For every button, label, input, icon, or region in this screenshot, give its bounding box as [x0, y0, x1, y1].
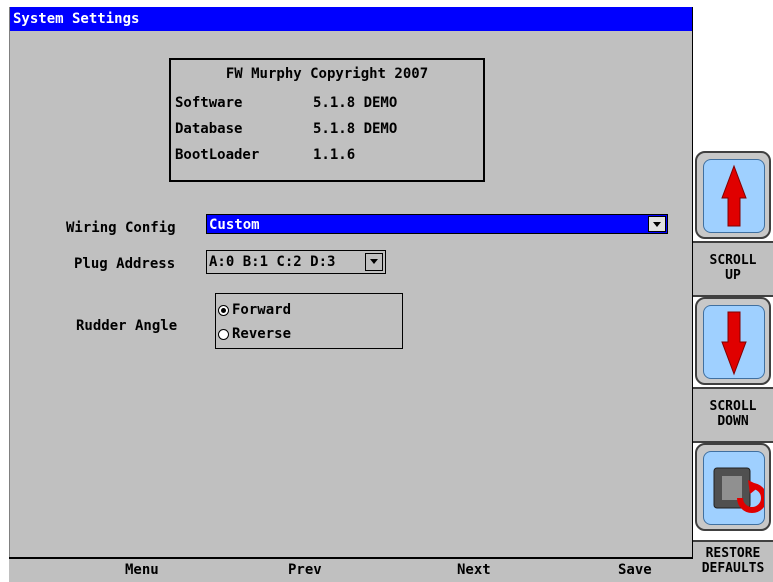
info-value: 1.1.6: [313, 147, 356, 163]
settings-panel: System Settings FW Murphy Copyright 2007…: [9, 7, 693, 557]
radio-unselected-icon[interactable]: [218, 328, 229, 340]
info-label: Software: [175, 95, 243, 111]
scroll-down-button[interactable]: [695, 297, 771, 385]
scroll-up-face: [703, 159, 765, 233]
wiring-config-label: Wiring Config: [66, 220, 176, 236]
info-label: BootLoader: [175, 147, 260, 163]
label-line: RESTORE: [705, 546, 761, 561]
wiring-config-value: Custom: [209, 217, 260, 233]
restore-icon: [713, 467, 767, 513]
label-line: SCROLL: [709, 399, 757, 414]
restore-defaults-face: [703, 451, 767, 525]
chevron-down-icon[interactable]: [648, 216, 666, 232]
copyright-text: FW Murphy Copyright 2007: [225, 66, 429, 82]
chevron-down-icon[interactable]: [365, 253, 383, 271]
menu-button[interactable]: Menu: [125, 562, 159, 578]
radio-reverse[interactable]: Reverse: [218, 326, 291, 342]
info-row-bootloader: BootLoader 1.1.6: [175, 147, 355, 163]
restore-defaults-label[interactable]: RESTORE DEFAULTS: [693, 540, 773, 582]
scroll-down-face: [703, 305, 765, 379]
label-line: UP: [725, 268, 741, 283]
restore-defaults-button[interactable]: [695, 443, 771, 531]
arrow-down-icon: [721, 311, 747, 376]
info-label: Database: [175, 121, 243, 137]
rudder-angle-label: Rudder Angle: [76, 318, 178, 334]
info-value: 5.1.8 DEMO: [313, 121, 398, 137]
label-line: DEFAULTS: [701, 561, 765, 576]
prev-button[interactable]: Prev: [288, 562, 322, 578]
version-info-box: FW Murphy Copyright 2007 Software 5.1.8 D…: [169, 58, 485, 182]
side-button-column: SCROLL UP SCROLL DOWN RESTORE DEFAULTS: [693, 0, 773, 582]
info-value: 5.1.8 DEMO: [313, 95, 398, 111]
save-button[interactable]: Save: [618, 562, 652, 578]
info-row-database: Database 5.1.8 DEMO: [175, 121, 397, 137]
bottom-nav-bar: Menu Prev Next Save: [9, 557, 693, 582]
rudder-angle-group: Forward Reverse: [215, 293, 403, 349]
info-row-software: Software 5.1.8 DEMO: [175, 95, 397, 111]
plug-address-label: Plug Address: [74, 256, 176, 272]
radio-forward[interactable]: Forward: [218, 302, 291, 318]
label-line: SCROLL: [709, 253, 757, 268]
arrow-up-icon: [721, 164, 747, 227]
wiring-config-dropdown[interactable]: Custom: [206, 214, 668, 234]
radio-selected-icon[interactable]: [218, 304, 229, 316]
scroll-up-label[interactable]: SCROLL UP: [693, 241, 773, 297]
plug-address-dropdown[interactable]: A:0 B:1 C:2 D:3: [206, 250, 386, 274]
radio-label: Reverse: [232, 326, 292, 342]
next-button[interactable]: Next: [457, 562, 491, 578]
plug-address-value: A:0 B:1 C:2 D:3: [209, 254, 336, 270]
label-line: DOWN: [717, 414, 749, 429]
scroll-down-label[interactable]: SCROLL DOWN: [693, 387, 773, 443]
scroll-up-button[interactable]: [695, 151, 771, 239]
window-title: System Settings: [10, 7, 692, 31]
radio-label: Forward: [232, 302, 292, 318]
